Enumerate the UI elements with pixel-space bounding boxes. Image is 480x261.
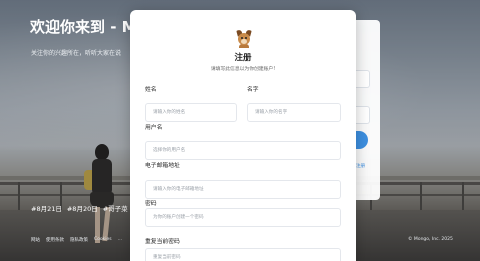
password-input[interactable]: 为你的账户创建一个密码 — [145, 208, 341, 227]
confirm-password-input[interactable]: 重复当前密码 — [145, 248, 341, 261]
tag-link[interactable]: #8月20日 — [67, 203, 98, 213]
footer-link[interactable]: … — [118, 237, 123, 243]
hero-subtitle: 关注你的兴趣所在，听听大家在说 — [31, 50, 122, 57]
email-label: 电子邮箱地址 — [145, 163, 180, 169]
last-name-label: 姓名 — [145, 87, 157, 93]
footer-link[interactable]: 隐私政策 — [70, 237, 88, 243]
footer-links: 网站 使用条款 隐私政策 Cookies … — [31, 237, 122, 243]
copyright-text: © Mongo, Inc. 2025 — [408, 237, 453, 242]
last-name-input[interactable]: 请输入你的姓名 — [145, 103, 237, 122]
email-input[interactable]: 请输入你的电子邮箱地址 — [145, 180, 341, 199]
footer-link[interactable]: 使用条款 — [46, 237, 64, 243]
username-input[interactable]: 选择你的用户名 — [145, 141, 341, 160]
confirm-password-label: 重复当前密码 — [145, 239, 180, 245]
tag-link[interactable]: #哥子菜 — [103, 203, 128, 213]
first-name-label: 名字 — [247, 87, 259, 93]
register-modal: 注册 请填写此信息以为你创建账户! 姓名 请输入你的姓名 名字 请输入你的名字 … — [130, 10, 356, 261]
dog-logo-icon — [236, 29, 252, 48]
username-label: 用户名 — [145, 125, 163, 131]
modal-title: 注册 — [234, 53, 252, 63]
footer-link[interactable]: Cookies — [94, 237, 112, 243]
modal-subtitle: 请填写此信息以为你创建账户! — [210, 67, 276, 72]
tag-link[interactable]: #8月21日 — [31, 203, 62, 213]
register-link[interactable]: 注册 — [356, 163, 365, 169]
password-label: 密码 — [145, 201, 157, 207]
footer-link[interactable]: 网站 — [31, 237, 40, 243]
hero-title: 欢迎你来到 - M — [30, 18, 137, 36]
trending-tags: #8月21日 #8月20日 #哥子菜 # — [31, 203, 138, 213]
first-name-input[interactable]: 请输入你的名字 — [247, 103, 341, 122]
